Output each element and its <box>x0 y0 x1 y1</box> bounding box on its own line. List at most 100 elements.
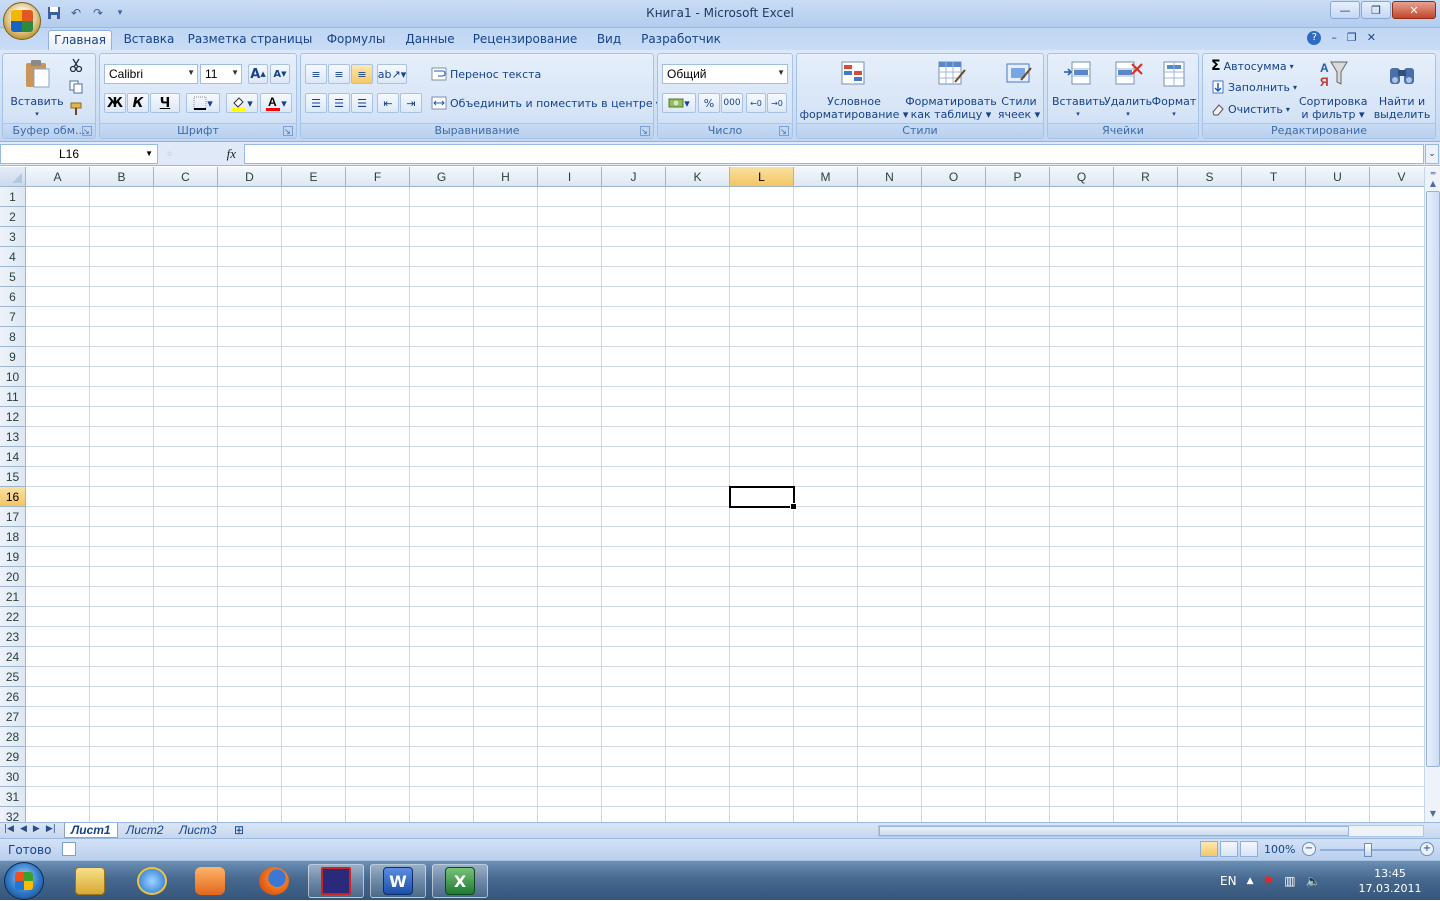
column-header[interactable]: N <box>858 167 922 187</box>
italic-button[interactable]: К <box>127 93 149 113</box>
column-header[interactable]: H <box>474 167 538 187</box>
row-header[interactable]: 16 <box>0 487 26 507</box>
language-indicator[interactable]: EN <box>1220 874 1237 888</box>
sort-filter-button[interactable]: АЯ Сортировка и фильтр ▾ <box>1299 58 1368 121</box>
expand-formula-bar-icon[interactable]: ⌄ <box>1425 144 1439 164</box>
column-header[interactable]: P <box>986 167 1050 187</box>
ribbon-close-icon[interactable]: ✕ <box>1367 31 1376 45</box>
zoom-out-icon[interactable]: − <box>1302 842 1316 856</box>
row-header[interactable]: 20 <box>0 567 26 587</box>
wrap-text-button[interactable]: Перенос текста <box>431 67 541 81</box>
column-header[interactable]: L <box>730 167 794 187</box>
grow-font-button[interactable]: A ▲ <box>248 64 268 84</box>
column-header[interactable]: I <box>538 167 602 187</box>
row-header[interactable]: 29 <box>0 747 26 767</box>
cell-styles-button[interactable]: Стили ячеек ▾ <box>995 58 1043 121</box>
align-top-icon[interactable]: ≡ <box>305 64 327 84</box>
macro-record-icon[interactable] <box>62 842 76 856</box>
format-as-table-button[interactable]: Форматировать как таблицу ▾ <box>905 58 997 121</box>
font-family-select[interactable]: Calibri ▼ <box>104 64 198 84</box>
column-header[interactable]: O <box>922 167 986 187</box>
increase-decimal-icon[interactable]: ←0 <box>746 93 766 113</box>
clock[interactable]: 13:45 17.03.2011 <box>1352 866 1428 896</box>
floppy-icon[interactable] <box>308 864 364 898</box>
row-header[interactable]: 22 <box>0 607 26 627</box>
sheet-tab-2[interactable]: Лист2 <box>120 823 170 838</box>
font-size-select[interactable]: 11 ▼ <box>200 64 242 84</box>
row-header[interactable]: 26 <box>0 687 26 707</box>
column-header[interactable]: K <box>666 167 730 187</box>
merge-center-button[interactable]: Объединить и поместить в центре▾ <box>431 96 660 110</box>
row-header[interactable]: 31 <box>0 787 26 807</box>
column-header[interactable]: J <box>602 167 666 187</box>
formula-cancel-icon[interactable]: ◦ <box>166 147 173 161</box>
row-header[interactable]: 1 <box>0 187 26 207</box>
row-header[interactable]: 3 <box>0 227 26 247</box>
insert-cells-button[interactable]: Вставить ▾ <box>1052 58 1105 121</box>
row-header[interactable]: 15 <box>0 467 26 487</box>
row-header[interactable]: 14 <box>0 447 26 467</box>
row-header[interactable]: 11 <box>0 387 26 407</box>
tab-formulas[interactable]: Формулы <box>320 30 392 50</box>
bold-button[interactable]: Ж <box>104 93 126 113</box>
row-header[interactable]: 28 <box>0 727 26 747</box>
active-cell[interactable] <box>729 486 797 510</box>
borders-icon[interactable]: ▾ <box>186 93 220 113</box>
column-header[interactable]: D <box>218 167 282 187</box>
start-icon[interactable] <box>4 862 44 900</box>
shrink-font-button[interactable]: A ▼ <box>270 64 290 84</box>
excel-icon[interactable]: X <box>432 864 488 898</box>
thousands-button[interactable]: 000 <box>721 93 743 113</box>
format-painter-icon[interactable] <box>69 102 83 116</box>
column-header[interactable]: G <box>410 167 474 187</box>
column-header[interactable]: A <box>26 167 90 187</box>
fill-color-icon[interactable]: ▾ <box>226 93 258 113</box>
column-header[interactable]: T <box>1242 167 1306 187</box>
font-color-icon[interactable]: A ▾ <box>260 93 292 113</box>
ie-icon[interactable] <box>124 864 180 898</box>
vertical-scroll-thumb[interactable] <box>1426 191 1440 767</box>
column-header[interactable]: Q <box>1050 167 1114 187</box>
sheet-tab-1[interactable]: Лист1 <box>64 823 118 838</box>
align-right-icon[interactable]: ☰ <box>351 93 373 113</box>
tab-developer[interactable]: Разработчик <box>636 30 726 50</box>
column-header[interactable]: F <box>346 167 410 187</box>
help-icon[interactable]: ? <box>1307 31 1322 45</box>
tab-view[interactable]: Вид <box>588 30 630 50</box>
cell-area[interactable] <box>26 187 1424 822</box>
orientation-icon[interactable]: ab↗▾ <box>377 64 407 84</box>
column-header[interactable]: C <box>154 167 218 187</box>
paste-button[interactable]: Вставить ▾ <box>9 58 65 121</box>
scroll-up-icon[interactable]: ▲ <box>1426 177 1440 191</box>
decrease-decimal-icon[interactable]: →0 <box>767 93 787 113</box>
normal-view-icon[interactable] <box>1200 841 1218 857</box>
minimize-button[interactable]: — <box>1330 1 1360 19</box>
insert-sheet-icon[interactable]: ⊞ <box>228 823 250 838</box>
tab-page-layout[interactable]: Разметка страницы <box>186 30 314 50</box>
decrease-indent-icon[interactable]: ⇤ <box>377 93 399 113</box>
row-header[interactable]: 12 <box>0 407 26 427</box>
row-header[interactable]: 27 <box>0 707 26 727</box>
tray-expand-icon[interactable]: ▲ <box>1247 876 1254 886</box>
tab-insert[interactable]: Вставка <box>118 30 180 50</box>
maximize-button[interactable]: ❐ <box>1361 1 1391 19</box>
column-header[interactable]: U <box>1306 167 1370 187</box>
row-header[interactable]: 30 <box>0 767 26 787</box>
scroll-down-icon[interactable]: ▼ <box>1426 807 1440 821</box>
align-bottom-icon[interactable]: ≡ <box>351 64 373 84</box>
delete-cells-button[interactable]: Удалить ▾ <box>1104 58 1152 121</box>
action-center-icon[interactable]: ⚑ <box>1263 874 1274 888</box>
prev-sheet-icon[interactable]: ◀ <box>20 824 27 834</box>
row-header[interactable]: 17 <box>0 507 26 527</box>
alignment-launcher-icon[interactable]: ↘ <box>640 126 650 136</box>
vertical-scrollbar[interactable]: ═ ▲ ▼ <box>1424 167 1440 822</box>
autosum-button[interactable]: Σ Автосумма ▾ <box>1211 58 1294 74</box>
conditional-formatting-button[interactable]: Условное форматирование ▾ <box>799 58 909 121</box>
column-header[interactable]: S <box>1178 167 1242 187</box>
row-header[interactable]: 4 <box>0 247 26 267</box>
row-header[interactable]: 23 <box>0 627 26 647</box>
align-center-icon[interactable]: ☰ <box>328 93 350 113</box>
row-header[interactable]: 8 <box>0 327 26 347</box>
volume-icon[interactable]: 🔈 <box>1306 874 1321 888</box>
cut-icon[interactable] <box>69 58 83 72</box>
